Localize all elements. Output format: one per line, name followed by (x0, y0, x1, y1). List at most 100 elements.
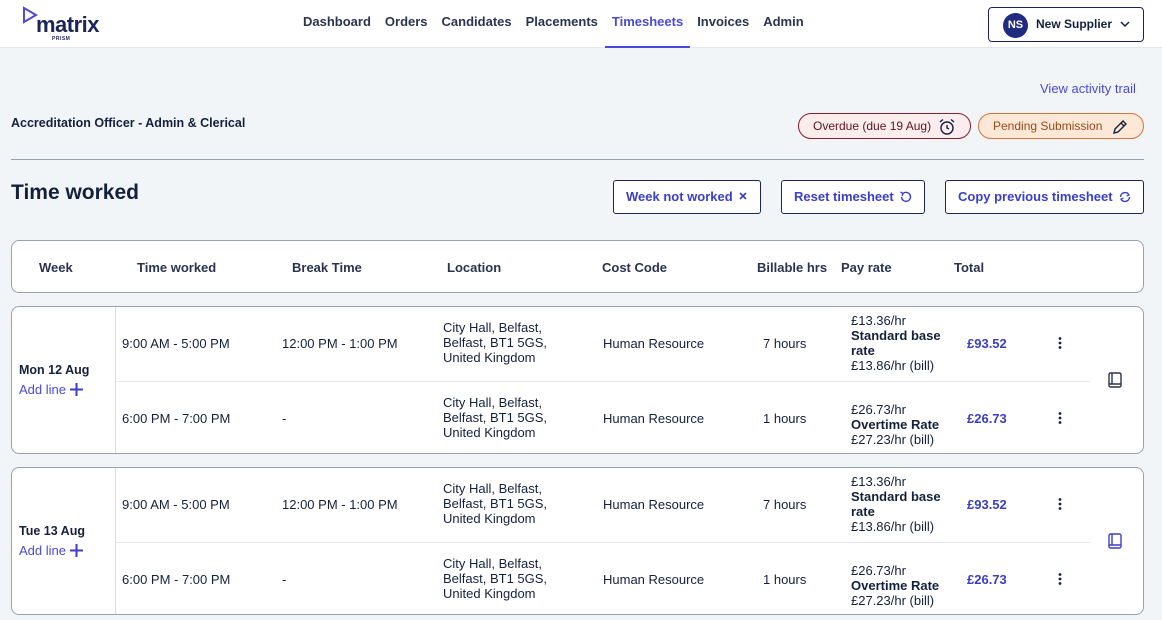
bill-rate-value: £13.86/hr (bill) (851, 519, 935, 534)
top-navigation-bar: matrix PRISM Dashboard Orders Candidates… (0, 0, 1162, 48)
header-time-worked: Time worked (137, 260, 217, 275)
supplier-name: New Supplier (1036, 17, 1113, 31)
day-block-tue-13-aug: Tue 13 Aug Add line 9:00 AM - 5:00 PM 12… (11, 467, 1144, 615)
location-line: United Kingdom (443, 586, 536, 601)
close-icon (739, 192, 747, 200)
pay-rate-cell: £13.36/hr Standard base rate £13.86/hr (… (851, 313, 961, 373)
pencil-icon (1113, 120, 1127, 134)
copy-previous-timesheet-button[interactable]: Copy previous timesheet (945, 180, 1144, 214)
header-pay-rate: Pay rate (841, 260, 892, 275)
reset-timesheet-button[interactable]: Reset timesheet (781, 180, 925, 214)
reset-timesheet-label: Reset timesheet (794, 189, 894, 204)
time-worked-cell: 9:00 AM - 5:00 PM (122, 497, 230, 512)
location-line: Belfast, BT1 5GS, (443, 571, 548, 586)
book-icon[interactable] (1106, 532, 1124, 550)
nav-tab-placements[interactable]: Placements (519, 0, 605, 48)
billable-hours-cell: 1 hours (763, 572, 807, 587)
logo-subtitle: PRISM (52, 36, 71, 42)
header-break-time: Break Time (292, 260, 362, 275)
location-line: Belfast, BT1 5GS, (443, 335, 548, 350)
billable-hours-cell: 7 hours (763, 497, 807, 512)
matrix-logo[interactable]: matrix PRISM (22, 6, 112, 42)
job-title: Accreditation Officer - Admin & Clerical (11, 116, 246, 130)
pay-rate-cell: £13.36/hr Standard base rate £13.86/hr (… (851, 474, 961, 534)
main-nav: Dashboard Orders Candidates Placements T… (296, 0, 811, 48)
avatar: NS (1003, 13, 1028, 38)
location-line: City Hall, Belfast, (443, 481, 542, 496)
location-cell: City Hall, Belfast, Belfast, BT1 5GS, Un… (443, 395, 573, 440)
header-billable-hrs: Billable hrs (757, 260, 828, 275)
location-line: United Kingdom (443, 511, 536, 526)
cost-code-cell: Human Resource (603, 336, 705, 351)
week-not-worked-label: Week not worked (626, 189, 733, 204)
rate-name: Standard base rate (851, 328, 941, 358)
nav-tab-orders[interactable]: Orders (378, 0, 435, 48)
location-line: City Hall, Belfast, (443, 320, 542, 335)
more-vertical-icon[interactable] (1056, 497, 1064, 511)
more-vertical-icon[interactable] (1056, 336, 1064, 350)
pending-submission-badge: Pending Submission (978, 113, 1144, 139)
break-time-cell: 12:00 PM - 1:00 PM (282, 336, 398, 351)
total-cell: £26.73 (967, 572, 1007, 587)
header-cost-code: Cost Code (602, 260, 667, 275)
nav-tab-admin[interactable]: Admin (756, 0, 810, 48)
location-cell: City Hall, Belfast, Belfast, BT1 5GS, Un… (443, 481, 573, 526)
pay-rate-cell: £26.73/hr Overtime Rate £27.23/hr (bill) (851, 563, 961, 608)
overdue-badge-label: Overdue (due 19 Aug) (813, 119, 932, 133)
copy-refresh-icon (1119, 191, 1131, 203)
table-row: 6:00 PM - 7:00 PM - City Hall, Belfast, … (12, 382, 1143, 453)
header-location: Location (447, 260, 502, 275)
view-activity-trail-link[interactable]: View activity trail (1040, 81, 1136, 96)
table-row: 9:00 AM - 5:00 PM 12:00 PM - 1:00 PM Cit… (12, 307, 1143, 381)
nav-tab-candidates[interactable]: Candidates (435, 0, 519, 48)
overdue-badge: Overdue (due 19 Aug) (798, 113, 971, 139)
bill-rate-value: £27.23/hr (bill) (851, 593, 935, 608)
bill-rate-value: £13.86/hr (bill) (851, 358, 935, 373)
day-block-mon-12-aug: Mon 12 Aug Add line 9:00 AM - 5:00 PM 12… (11, 306, 1144, 454)
more-vertical-icon[interactable] (1056, 572, 1064, 586)
rate-name: Standard base rate (851, 489, 941, 519)
nav-tab-dashboard[interactable]: Dashboard (296, 0, 378, 48)
copy-previous-timesheet-label: Copy previous timesheet (958, 189, 1113, 204)
rate-name: Overtime Rate (851, 417, 940, 432)
total-cell: £26.73 (967, 411, 1007, 426)
supplier-account-dropdown[interactable]: NS New Supplier (988, 7, 1144, 42)
nav-tab-timesheets[interactable]: Timesheets (604, 0, 691, 48)
pending-badge-label: Pending Submission (993, 119, 1103, 133)
time-worked-cell: 6:00 PM - 7:00 PM (122, 572, 231, 587)
section-title: Time worked (11, 181, 139, 204)
location-line: Belfast, BT1 5GS, (443, 496, 548, 511)
chevron-down-icon (1120, 21, 1130, 28)
rate-name: Overtime Rate (851, 578, 940, 593)
table-row: 9:00 AM - 5:00 PM 12:00 PM - 1:00 PM Cit… (12, 468, 1143, 542)
total-cell: £93.52 (967, 336, 1007, 351)
location-line: United Kingdom (443, 350, 536, 365)
break-time-cell: - (282, 572, 287, 587)
pay-rate-cell: £26.73/hr Overtime Rate £27.23/hr (bill) (851, 402, 961, 447)
more-vertical-icon[interactable] (1056, 411, 1064, 425)
pay-rate-value: £13.36/hr (851, 474, 906, 489)
table-row: 6:00 PM - 7:00 PM - City Hall, Belfast, … (12, 543, 1143, 614)
location-line: United Kingdom (443, 425, 536, 440)
location-line: Belfast, BT1 5GS, (443, 410, 548, 425)
billable-hours-cell: 1 hours (763, 411, 807, 426)
week-not-worked-button[interactable]: Week not worked (613, 180, 761, 214)
table-header: Week Time worked Break Time Location Cos… (11, 240, 1144, 293)
pay-rate-value: £26.73/hr (851, 563, 906, 578)
reset-icon (900, 191, 912, 203)
header-week: Week (39, 260, 73, 275)
location-line: City Hall, Belfast, (443, 556, 542, 571)
billable-hours-cell: 7 hours (763, 336, 807, 351)
nav-tab-invoices[interactable]: Invoices (690, 0, 756, 48)
time-worked-cell: 9:00 AM - 5:00 PM (122, 336, 230, 351)
cost-code-cell: Human Resource (603, 411, 705, 426)
location-cell: City Hall, Belfast, Belfast, BT1 5GS, Un… (443, 556, 573, 601)
location-cell: City Hall, Belfast, Belfast, BT1 5GS, Un… (443, 320, 573, 365)
bill-rate-value: £27.23/hr (bill) (851, 432, 935, 447)
header-total: Total (954, 260, 985, 275)
book-icon[interactable] (1106, 371, 1124, 389)
logo-wordmark: matrix (36, 12, 100, 37)
pay-rate-value: £13.36/hr (851, 313, 906, 328)
total-cell: £93.52 (967, 497, 1007, 512)
alarm-clock-icon (939, 118, 955, 135)
